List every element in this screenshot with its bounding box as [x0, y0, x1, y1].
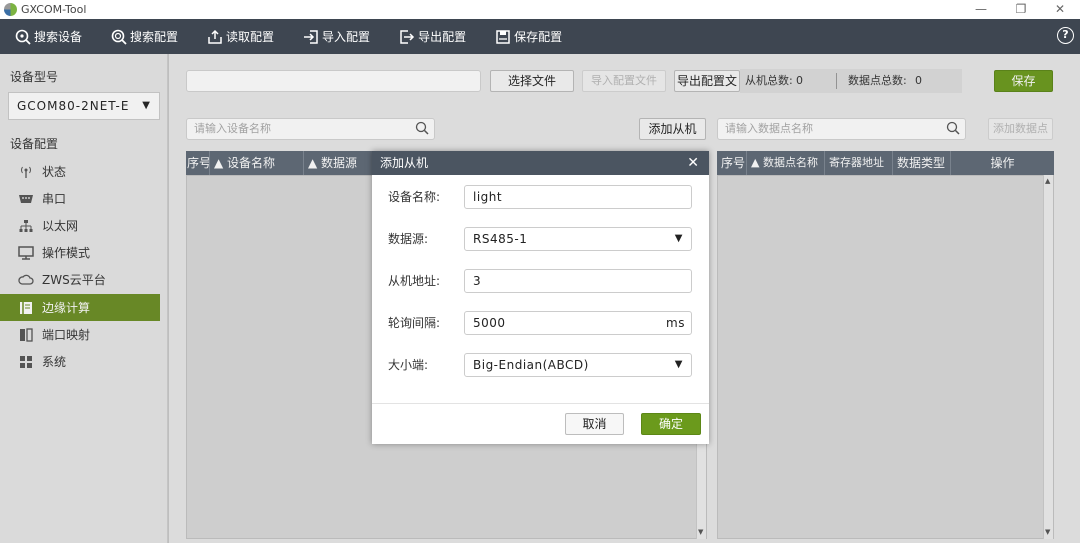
poll-interval-value: 5000	[473, 316, 506, 330]
minimize-button[interactable]: —	[966, 1, 996, 17]
endian-row: 大小端: Big-Endian(ABCD) ▼	[388, 353, 692, 377]
chevron-down-icon: ▼	[674, 359, 683, 370]
poll-interval-label: 轮询间隔:	[388, 316, 441, 330]
device-name-value: light	[473, 190, 503, 204]
data-source-label: 数据源:	[388, 232, 429, 246]
search-device-label: 搜索设备	[34, 30, 83, 44]
slave-address-label: 从机地址:	[388, 274, 441, 288]
data-source-value: RS485-1	[473, 232, 528, 246]
search-device-icon	[14, 28, 32, 46]
dialog-divider	[372, 403, 709, 404]
window-title: GXCOM-Tool	[21, 3, 87, 16]
add-slave-dialog: 添加从机 ✕ 设备名称: light 数据源: RS485-1 ▼ 从机地址: 3…	[372, 151, 709, 444]
device-name-row: 设备名称: light	[388, 185, 692, 209]
title-bar: GXCOM-Tool — ❐ ✕	[0, 0, 1080, 19]
restore-button[interactable]: ❐	[1006, 1, 1036, 17]
device-name-field[interactable]: light	[464, 185, 692, 209]
close-window-button[interactable]: ✕	[1045, 1, 1075, 17]
app-logo-icon	[4, 3, 17, 16]
export-icon	[398, 28, 416, 46]
import-icon	[302, 28, 320, 46]
slave-address-row: 从机地址: 3	[388, 269, 692, 293]
poll-interval-row: 轮询间隔: 5000 ms	[388, 311, 692, 335]
endian-label: 大小端:	[388, 358, 429, 372]
save-icon	[494, 28, 512, 46]
toolbar: 搜索设备 搜索配置 读取配置 导入配置 导出配置 保存配置	[0, 19, 1080, 54]
data-source-select[interactable]: RS485-1 ▼	[464, 227, 692, 251]
search-config-icon	[110, 28, 128, 46]
read-config-label: 读取配置	[226, 30, 275, 44]
import-config-label: 导入配置	[322, 30, 371, 44]
export-config-label: 导出配置	[418, 30, 467, 44]
read-config-button[interactable]: 读取配置	[192, 19, 274, 54]
cancel-button[interactable]: 取消	[565, 413, 624, 435]
search-config-label: 搜索配置	[130, 30, 179, 44]
slave-address-value: 3	[473, 274, 482, 288]
search-config-button[interactable]: 搜索配置	[96, 19, 178, 54]
export-config-button[interactable]: 导出配置	[384, 19, 466, 54]
import-config-button[interactable]: 导入配置	[288, 19, 370, 54]
endian-select[interactable]: Big-Endian(ABCD) ▼	[464, 353, 692, 377]
poll-interval-field[interactable]: 5000 ms	[464, 311, 692, 335]
dialog-title-bar: 添加从机 ✕	[372, 151, 709, 175]
search-device-button[interactable]: 搜索设备	[0, 19, 82, 54]
close-icon[interactable]: ✕	[687, 151, 699, 175]
chevron-down-icon: ▼	[674, 233, 683, 244]
dialog-title: 添加从机	[380, 156, 429, 170]
data-source-row: 数据源: RS485-1 ▼	[388, 227, 692, 251]
upload-icon	[206, 28, 224, 46]
device-name-label: 设备名称:	[388, 190, 441, 204]
confirm-button[interactable]: 确定	[641, 413, 701, 435]
help-icon[interactable]: ?	[1057, 27, 1074, 44]
poll-interval-unit: ms	[666, 316, 685, 330]
save-config-button[interactable]: 保存配置	[480, 19, 562, 54]
endian-value: Big-Endian(ABCD)	[473, 358, 589, 372]
save-config-label: 保存配置	[514, 30, 563, 44]
slave-address-field[interactable]: 3	[464, 269, 692, 293]
